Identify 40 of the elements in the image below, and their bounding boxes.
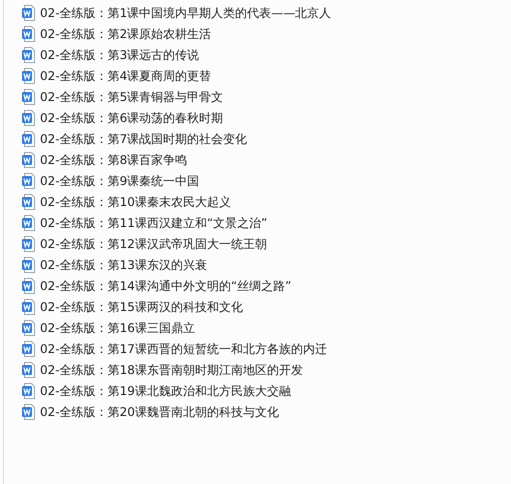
document-icon	[22, 298, 35, 314]
file-name[interactable]: 02-全练版：第5课青铜器与甲骨文	[40, 88, 224, 104]
file-name[interactable]: 02-全练版：第12课汉武帝巩固大一统王朝	[40, 236, 267, 252]
file-name[interactable]: 02-全练版：第17课西晋的短暂统一和北方各族的内迁	[40, 340, 327, 356]
document-icon	[22, 88, 35, 104]
document-icon	[22, 4, 35, 20]
file-name[interactable]: 02-全练版：第13课东汉的兴衰	[40, 256, 207, 272]
document-icon	[22, 404, 35, 420]
document-icon	[22, 194, 35, 210]
document-icon	[22, 172, 35, 188]
file-name[interactable]: 02-全练版：第20课魏晋南北朝的科技与文化	[40, 404, 279, 420]
file-name[interactable]: 02-全练版：第16课三国鼎立	[40, 320, 195, 336]
document-icon	[22, 130, 35, 146]
file-name[interactable]: 02-全练版：第11课西汉建立和“文景之治”	[40, 214, 268, 230]
document-icon	[22, 152, 35, 168]
document-icon	[22, 236, 35, 252]
file-name[interactable]: 02-全练版：第19课北魏政治和北方民族大交融	[40, 382, 291, 398]
document-icon	[22, 256, 35, 272]
file-name[interactable]: 02-全练版：第18课东晋南朝时期江南地区的开发	[40, 362, 303, 378]
file-name[interactable]: 02-全练版：第7课战国时期的社会变化	[40, 130, 248, 146]
file-name[interactable]: 02-全练版：第15课两汉的科技和文化	[40, 298, 243, 314]
document-icon	[22, 278, 35, 294]
file-name[interactable]: 02-全练版：第6课动荡的春秋时期	[40, 110, 224, 126]
document-icon	[22, 110, 35, 126]
file-name[interactable]: 02-全练版：第3课远古的传说	[40, 46, 200, 62]
file-name[interactable]: 02-全练版：第14课沟通中外文明的“丝绸之路”	[40, 278, 292, 294]
document-icon	[22, 340, 35, 356]
document-icon	[22, 320, 35, 336]
document-icon	[22, 68, 35, 84]
document-icon	[22, 382, 35, 398]
document-icon	[22, 214, 35, 230]
file-name[interactable]: 02-全练版：第8课百家争鸣	[40, 152, 188, 168]
document-icon	[22, 26, 35, 42]
file-name[interactable]: 02-全练版：第9课秦统一中国	[40, 172, 200, 188]
file-name[interactable]: 02-全练版：第10课秦末农民大起义	[40, 194, 231, 210]
file-name[interactable]: 02-全练版：第4课夏商周的更替	[40, 68, 212, 84]
file-name[interactable]: 02-全练版：第1课中国境内早期人类的代表——北京人	[40, 4, 332, 20]
document-icon	[22, 362, 35, 378]
file-name[interactable]: 02-全练版：第2课原始农耕生活	[40, 26, 212, 42]
document-icon	[22, 46, 35, 62]
